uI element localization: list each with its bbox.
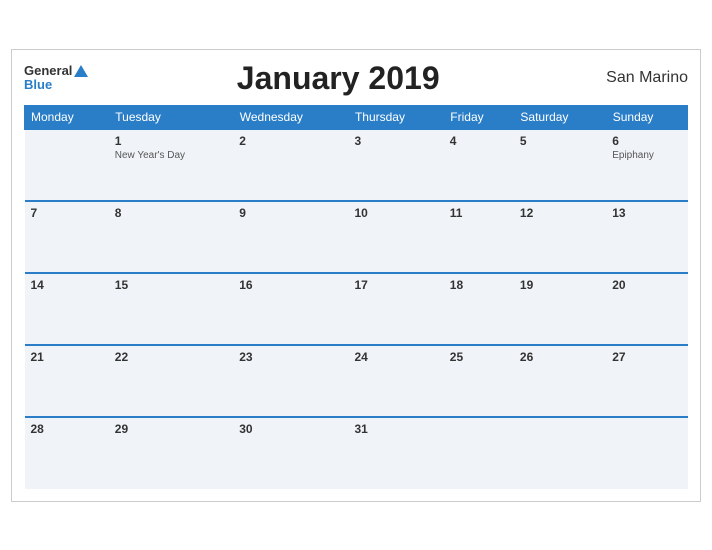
- cell-w4-d5: 25: [444, 345, 514, 417]
- day-number-23: 23: [239, 350, 342, 364]
- cell-w4-d6: 26: [514, 345, 606, 417]
- day-number-21: 21: [31, 350, 103, 364]
- day-number-15: 15: [115, 278, 227, 292]
- cell-w3-d6: 19: [514, 273, 606, 345]
- day-number-29: 29: [115, 422, 227, 436]
- logo-general-text: General: [24, 64, 88, 78]
- day-number-12: 12: [520, 206, 600, 220]
- cell-w1-d2: 1 New Year's Day: [109, 129, 233, 201]
- day-number-14: 14: [31, 278, 103, 292]
- cell-w1-d6: 5: [514, 129, 606, 201]
- week-row-2: 789 10 11 12 13: [25, 201, 688, 273]
- cell-w5-d1: 28: [25, 417, 109, 489]
- calendar-header: General Blue January 2019 San Marino: [24, 60, 688, 97]
- cell-w5-d5: [444, 417, 514, 489]
- day-number-9: 9: [239, 206, 342, 220]
- day-number-19: 19: [520, 278, 600, 292]
- cell-w2-d6: 12: [514, 201, 606, 273]
- cell-w5-d7: [606, 417, 687, 489]
- cell-w2-d2: 8: [109, 201, 233, 273]
- day-number-28: 28: [31, 422, 103, 436]
- event-1: New Year's Day: [115, 150, 227, 161]
- cell-w3-d1: 14: [25, 273, 109, 345]
- header-row: Monday Tuesday Wednesday Thursday Friday…: [25, 105, 688, 129]
- logo-blue-text: Blue: [24, 78, 52, 92]
- cell-w4-d7: 27: [606, 345, 687, 417]
- cell-w2-d3: 9: [233, 201, 348, 273]
- cell-w2-d5: 11: [444, 201, 514, 273]
- day-number-31: 31: [354, 422, 437, 436]
- calendar-container: General Blue January 2019 San Marino Mon…: [11, 49, 701, 502]
- cell-w5-d6: [514, 417, 606, 489]
- day-number-20: 20: [612, 278, 681, 292]
- week-row-5: 28 29 30 31: [25, 417, 688, 489]
- logo-area: General Blue: [24, 64, 88, 93]
- cell-w1-d3: 2: [233, 129, 348, 201]
- cell-w4-d1: 21: [25, 345, 109, 417]
- cell-w3-d4: 17: [348, 273, 443, 345]
- calendar-body: 1New Year's Day23456Epiphany789101112131…: [25, 129, 688, 489]
- day-number-17: 17: [354, 278, 437, 292]
- calendar-grid: Monday Tuesday Wednesday Thursday Friday…: [24, 105, 688, 489]
- day-number-7: 7: [31, 206, 103, 220]
- day-number-10: 10: [354, 206, 437, 220]
- cell-w1-d1: [25, 129, 109, 201]
- cell-w2-d7: 13: [606, 201, 687, 273]
- logo-triangle-icon: [74, 65, 88, 77]
- day-number-27: 27: [612, 350, 681, 364]
- day-number-13: 13: [612, 206, 681, 220]
- week-row-4: 21 22 23 24 25 26 27: [25, 345, 688, 417]
- cell-w3-d3: 16: [233, 273, 348, 345]
- cell-w4-d3: 23: [233, 345, 348, 417]
- day-number-11: 11: [450, 206, 508, 220]
- cell-w5-d4: 31: [348, 417, 443, 489]
- cell-w4-d4: 24: [348, 345, 443, 417]
- week-row-1: 1 New Year's Day 23456 Epiphany: [25, 129, 688, 201]
- cell-w1-d4: 3: [348, 129, 443, 201]
- day-number-30: 30: [239, 422, 342, 436]
- col-thursday: Thursday: [348, 105, 443, 129]
- day-number-25: 25: [450, 350, 508, 364]
- day-number-16: 16: [239, 278, 342, 292]
- cell-w3-d5: 18: [444, 273, 514, 345]
- day-number-22: 22: [115, 350, 227, 364]
- day-number-5: 5: [520, 134, 600, 148]
- day-number-26: 26: [520, 350, 600, 364]
- cell-w5-d3: 30: [233, 417, 348, 489]
- day-number-2: 2: [239, 134, 342, 148]
- cell-w2-d4: 10: [348, 201, 443, 273]
- cell-w1-d5: 4: [444, 129, 514, 201]
- day-number-1: 1: [115, 134, 227, 148]
- country-name: San Marino: [588, 69, 688, 87]
- cell-w4-d2: 22: [109, 345, 233, 417]
- col-monday: Monday: [25, 105, 109, 129]
- day-number-6: 6: [612, 134, 681, 148]
- cell-w1-d7: 6 Epiphany: [606, 129, 687, 201]
- day-number-8: 8: [115, 206, 227, 220]
- cell-w5-d2: 29: [109, 417, 233, 489]
- calendar-title: January 2019: [88, 60, 588, 97]
- week-row-3: 14 15 16 17 18 19 20: [25, 273, 688, 345]
- event-6: Epiphany: [612, 150, 681, 161]
- day-number-24: 24: [354, 350, 437, 364]
- col-sunday: Sunday: [606, 105, 687, 129]
- col-tuesday: Tuesday: [109, 105, 233, 129]
- cell-w3-d2: 15: [109, 273, 233, 345]
- col-wednesday: Wednesday: [233, 105, 348, 129]
- col-saturday: Saturday: [514, 105, 606, 129]
- day-number-18: 18: [450, 278, 508, 292]
- cell-w2-d1: 7: [25, 201, 109, 273]
- cell-w3-d7: 20: [606, 273, 687, 345]
- day-number-4: 4: [450, 134, 508, 148]
- col-friday: Friday: [444, 105, 514, 129]
- day-number-3: 3: [354, 134, 437, 148]
